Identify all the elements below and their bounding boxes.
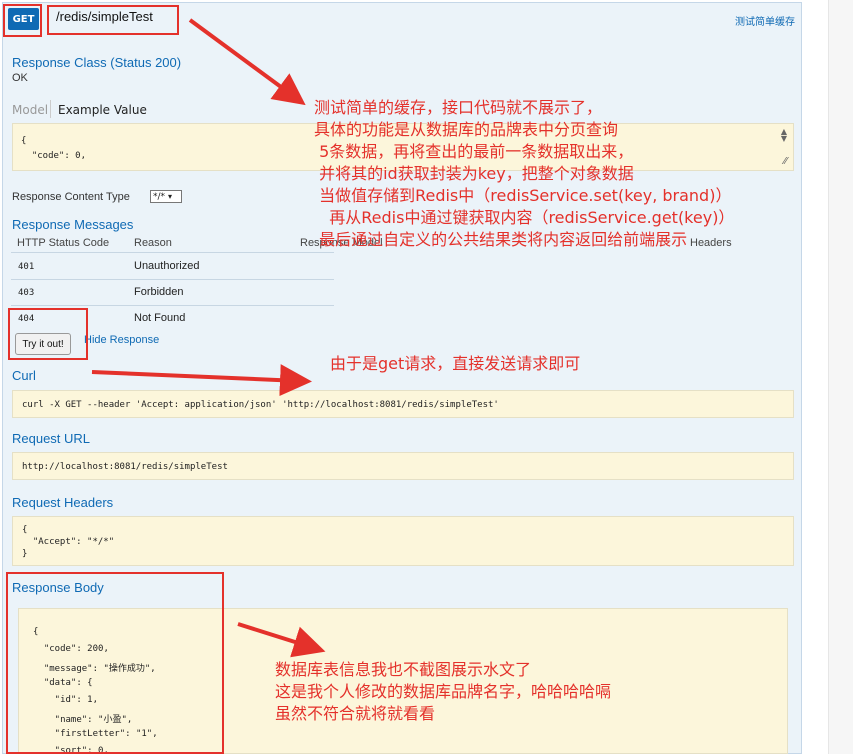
annotation-line: 5条数据，再将查出的最前一条数据取出来， xyxy=(314,142,634,161)
annotation-line: 当做值存储到Redis中（redisService.set(key, brand… xyxy=(314,186,732,205)
annotation-line: 测试简单的缓存，接口代码就不展示了， xyxy=(314,98,603,117)
annotation-note-1: 测试简单的缓存，接口代码就不展示了， 具体的功能是从数据库的品牌表中分页查询 5… xyxy=(314,97,734,251)
annotation-line: 这是我个人修改的数据库品牌名字，哈哈哈哈嗝 xyxy=(275,682,612,701)
annotation-line: 虽然不符合就将就看看 xyxy=(275,704,436,723)
annotation-line: 具体的功能是从数据库的品牌表中分页查询 xyxy=(314,120,619,139)
arrow-to-note-1-icon xyxy=(188,18,306,106)
annotation-line: 最后通过自定义的公共结果类将内容返回给前端展示 xyxy=(314,230,688,249)
arrow-to-note-2-icon xyxy=(91,364,312,397)
annotation-note-2: 由于是get请求，直接发送请求即可 xyxy=(330,354,581,373)
arrow-to-note-3-icon xyxy=(237,622,326,658)
annotation-line: 再从Redis中通过键获取内容（redisService.get(key)） xyxy=(314,208,735,227)
annotation-line: 并将其的id获取封装为key，把整个对象数据 xyxy=(314,164,634,183)
annotation-note-3: 数据库表信息我也不截图展示水文了 这是我个人修改的数据库品牌名字，哈哈哈哈嗝 虽… xyxy=(275,659,611,725)
annotation-line: 数据库表信息我也不截图展示水文了 xyxy=(275,660,532,679)
